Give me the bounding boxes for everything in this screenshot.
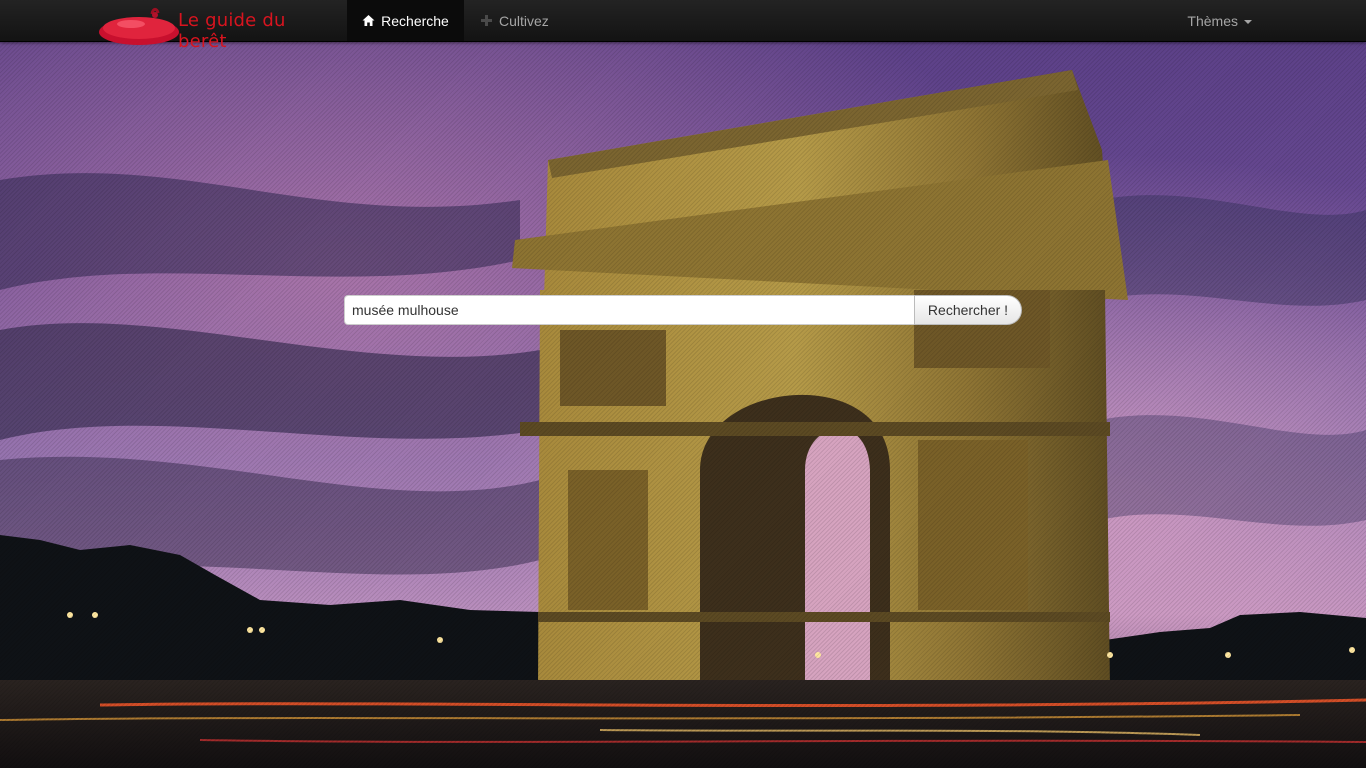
nav-item-recherche[interactable]: Recherche (347, 0, 464, 41)
search-form: Rechercher ! (344, 295, 1022, 325)
arch-silhouette (512, 70, 1128, 690)
search-button[interactable]: Rechercher ! (914, 295, 1022, 325)
nav-item-label: Cultivez (499, 12, 549, 29)
home-icon (362, 14, 375, 27)
search-input[interactable] (344, 295, 914, 325)
chevron-down-icon (1244, 19, 1252, 24)
themes-label: Thèmes (1187, 12, 1238, 29)
plus-icon (480, 14, 493, 27)
beret-icon (99, 7, 179, 45)
brand-name: Le guide du berêt (178, 10, 286, 52)
background-photo (0, 0, 1366, 768)
top-navbar: Le guide du berêt Recherche Cultivez Thè… (0, 0, 1366, 52)
themes-dropdown[interactable]: Thèmes (1187, 0, 1252, 41)
nav-item-label: Recherche (381, 12, 449, 29)
brand-link[interactable]: Le guide du berêt (97, 0, 337, 52)
nav-item-cultivez[interactable]: Cultivez (480, 0, 549, 41)
